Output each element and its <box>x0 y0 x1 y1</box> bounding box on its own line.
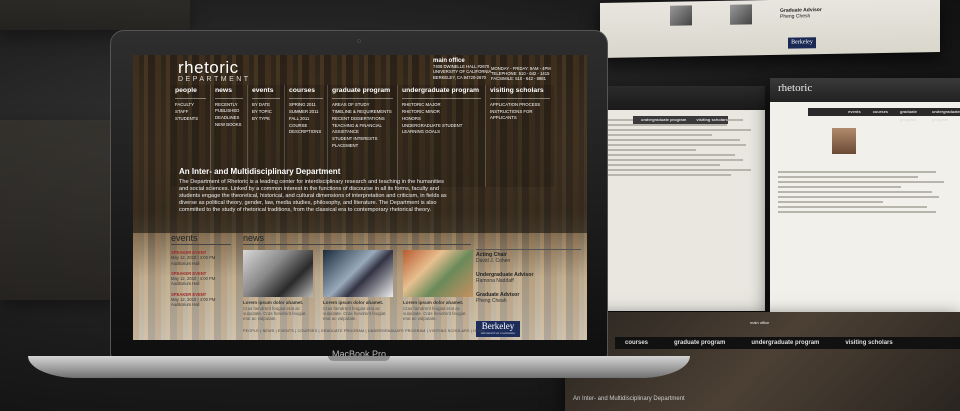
nav-link[interactable]: APPLICATION PROCESS <box>490 101 550 108</box>
office-line: UNIVERSITY OF CALIFORNIA <box>433 69 492 75</box>
nav-link[interactable]: FACULTY <box>175 101 206 108</box>
nav-link[interactable]: BY DATE <box>252 101 280 108</box>
nav-heading[interactable]: courses <box>289 87 323 99</box>
acting-chair-name: David J. Cohen <box>476 258 511 264</box>
nav-heading[interactable]: events <box>252 87 280 99</box>
camera-icon <box>357 39 361 43</box>
office-fax: FACSIMILE: 510 - 642 - 8881 <box>491 76 546 82</box>
nav-link[interactable]: STAFF <box>175 108 206 115</box>
nav-link[interactable]: RHETORIC MAJOR <box>402 101 481 108</box>
news-title: Lorem ipsum dolor ahamet. <box>243 300 304 305</box>
laptop-screen: rhetoric DEPARTMENT main office 7408 DWI… <box>133 55 587 340</box>
nav-link[interactable]: COURSE DESCRIPTIONS <box>289 122 323 135</box>
nav-item: courses <box>625 340 649 346</box>
nav-item: graduate program <box>674 340 726 346</box>
photo <box>730 4 752 25</box>
background-page-left <box>0 120 120 300</box>
background-page-right: rhetoric events courses graduate program… <box>770 78 960 316</box>
nav-item: events <box>848 109 861 114</box>
events-column: events speaker event May 12, 2010 | 4:00… <box>171 233 231 308</box>
event-place: Auditorium Hall <box>171 260 200 266</box>
intro: An Inter- and Multidisciplinary Departme… <box>179 167 449 214</box>
nav-link[interactable]: NEW BOOKS <box>215 121 243 128</box>
nav-link[interactable]: BY TOPIC <box>252 108 280 115</box>
lower-content: events speaker event May 12, 2010 | 4:00… <box>171 233 581 340</box>
nav-link[interactable]: TIMELINE & REQUIREMENTS <box>332 108 393 115</box>
logo-word: rhetoric <box>178 58 239 77</box>
nav-item: visiting scholars <box>845 340 893 346</box>
news-image <box>243 250 313 297</box>
nav-link[interactable]: TEACHING & FINANCIAL ASSISTANCE <box>332 122 393 135</box>
nav-link[interactable]: BY TYPE <box>252 115 280 122</box>
nav-item: undergraduate program <box>751 340 820 346</box>
faculty-photo <box>832 128 856 154</box>
event-item[interactable]: speaker event May 12, 2010 | 4:00 PM Aud… <box>171 271 231 287</box>
footer-nav[interactable]: PEOPLE | NEWS | EVENTS | COURSES | GRADU… <box>243 329 485 333</box>
events-heading: events <box>171 233 231 245</box>
event-item[interactable]: speaker event May 12, 2010 | 4:00 PM Aud… <box>171 250 231 266</box>
nav-link[interactable]: DEADLINES <box>215 114 243 121</box>
event-place: Auditorium Hall <box>171 281 200 287</box>
acting-chair-label: Acting Chair <box>476 249 581 258</box>
nav-item: undergraduate program <box>641 117 687 122</box>
nav-link[interactable]: UNDERGRADUATE STUDENT LEARNING GOALS <box>402 122 481 135</box>
nav-link[interactable]: AREAS OF STUDY <box>332 101 393 108</box>
nav-heading[interactable]: visiting scholars <box>490 87 550 99</box>
main-office-label: main office <box>750 320 770 325</box>
news-heading: news <box>243 233 471 245</box>
background-page-middle: undergraduate program visiting scholars <box>595 86 765 311</box>
news-title: Lorem ipsum dolor ahamet. <box>403 300 464 305</box>
news-desc: Cras hendrerit feugiat erat ac vulputate… <box>403 305 466 322</box>
nav-link[interactable]: SUMMER 2011 <box>289 108 323 115</box>
nav-link[interactable]: HONORS <box>402 115 481 122</box>
news-item[interactable]: Lorem ipsum dolor ahamet. Cras hendrerit… <box>403 250 473 322</box>
event-item[interactable]: speaker event May 12, 2010 | 4:00 PM Aud… <box>171 292 231 308</box>
nav-heading[interactable]: news <box>215 87 243 99</box>
nav-link[interactable]: RECENTLY PUBLISHED <box>215 101 243 114</box>
nav-link[interactable]: INSTRUCTIONS FOR APPLICANTS <box>490 108 550 121</box>
nav-link[interactable]: RECENT DISSERTATIONS <box>332 115 393 122</box>
photo <box>670 5 692 26</box>
main-office-info: main office 7408 DWINELLE HALL #2670 UNI… <box>433 58 551 81</box>
intro-title: An Inter- and Multidisciplinary Departme… <box>573 396 685 402</box>
berkeley-name: Berkeley <box>481 321 515 331</box>
nav-visiting-scholars: visiting scholars APPLICATION PROCESS IN… <box>486 85 554 187</box>
news-image <box>403 250 473 297</box>
site-logo[interactable]: rhetoric DEPARTMENT <box>178 59 251 83</box>
nav-link[interactable]: RHETORIC MINOR <box>402 108 481 115</box>
logo: rhetoric <box>770 78 960 102</box>
office-line: BERKELEY, CA 94720-2670 <box>433 74 487 80</box>
nav-item: visiting scholars <box>696 117 728 122</box>
nav-link[interactable]: SPRING 2011 <box>289 101 323 108</box>
news-item[interactable]: Lorem ipsum dolor ahamet. Cras hendrerit… <box>323 250 393 322</box>
laptop-base <box>28 356 690 378</box>
nav-item: graduate program <box>900 109 917 122</box>
nav-item: undergraduate program <box>931 109 960 122</box>
nav-heading[interactable]: people <box>175 87 206 99</box>
news-title: Lorem ipsum dolor ahamet. <box>323 300 384 305</box>
event-place: Auditorium Hall <box>171 302 200 308</box>
nav-link[interactable]: FALL 2011 <box>289 115 323 122</box>
nav-link[interactable]: STUDENTS <box>175 115 206 122</box>
grad-advisor-name: Pheng Cheah <box>476 298 507 304</box>
nav-link[interactable]: STUDENT INTERESTS <box>332 135 393 142</box>
news-item[interactable]: Lorem ipsum dolor ahamet. Cras hendrerit… <box>243 250 313 322</box>
news-desc: Cras hendrerit feugiat erat ac vulputate… <box>243 305 306 322</box>
contacts-sidebar: Acting Chair David J. Cohen Undergraduat… <box>476 233 581 304</box>
nav-item: courses <box>872 109 889 114</box>
nav-heading[interactable]: graduate program <box>332 87 393 99</box>
news-desc: Cras hendrerit feugiat erat ac vulputate… <box>323 305 386 322</box>
logo-sub: DEPARTMENT <box>178 76 251 83</box>
news-image <box>323 250 393 297</box>
intro-body: The Department of Rhetoric is a leading … <box>179 179 447 213</box>
grad-advisor-name: Pheng Chesh <box>780 13 811 20</box>
background-page-top: Graduate Advisor Pheng Chesh Berkeley <box>600 0 940 58</box>
nav-heading[interactable]: undergraduate program <box>402 87 481 99</box>
nav-link[interactable]: PLACEMENT <box>332 142 393 149</box>
intro-title: An Inter- and Multidisciplinary Departme… <box>179 167 341 176</box>
background-page-topleft <box>0 0 190 30</box>
berkeley-logo: Berkeley <box>788 37 816 49</box>
news-column: news Lorem ipsum dolor ahamet. Cras hend… <box>243 233 473 322</box>
undergrad-advisor-name: Ramona Naddaff <box>476 278 514 284</box>
